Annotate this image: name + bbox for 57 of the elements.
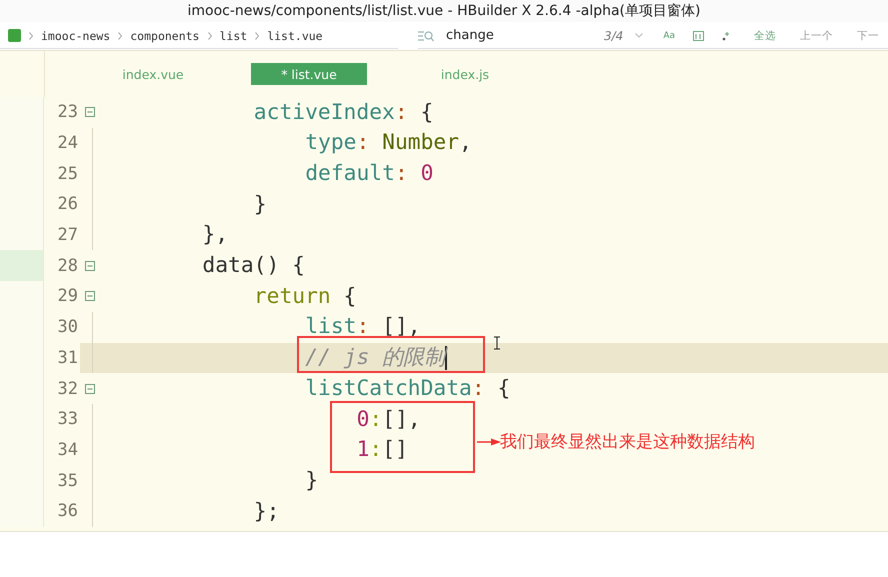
code-line: listCatchData: { (305, 376, 510, 400)
code-line: data() { (202, 254, 305, 278)
chevron-icon (29, 32, 33, 40)
annotation-note: 我们最终显然出来是这种数据结构 (500, 431, 755, 453)
dropdown-icon[interactable] (635, 33, 644, 38)
line-number: 24 (56, 132, 79, 156)
find-field[interactable]: change (446, 28, 596, 43)
i-beam-cursor-icon (493, 336, 501, 350)
breadcrumb-item[interactable]: imooc-news (41, 28, 110, 42)
line-number: 25 (56, 162, 79, 186)
fold-icon[interactable] (85, 291, 95, 302)
code-line: } (254, 192, 267, 216)
search-icon (418, 30, 434, 42)
line-number: 27 (56, 224, 79, 248)
whole-word-icon[interactable] (692, 30, 704, 40)
code-line: default: 0 (305, 162, 434, 186)
file-tab[interactable]: index.vue (95, 63, 211, 85)
line-number: 32 (56, 378, 79, 401)
fold-icon[interactable] (85, 260, 95, 271)
line-number: 34 (56, 438, 79, 462)
code-line: 1:[] (356, 438, 408, 462)
code-line: type: Number, (305, 131, 472, 155)
next-button[interactable]: 下一 (856, 28, 879, 42)
line-number: 30 (56, 316, 79, 340)
chevron-icon (118, 32, 122, 40)
code-line: list: [], (305, 315, 421, 339)
code-line: activeIndex: { (254, 100, 434, 124)
line-number: 26 (56, 193, 79, 216)
file-tab[interactable]: * list.vue (251, 63, 367, 85)
line-number: 36 (56, 500, 79, 524)
code-line: } (305, 468, 318, 492)
breadcrumb-item[interactable]: components (130, 28, 200, 42)
regex-icon[interactable] (722, 30, 730, 40)
breadcrumb-item[interactable]: list.vue (267, 28, 323, 42)
chevron-icon (208, 32, 212, 40)
code-line: }, (202, 223, 228, 247)
window-title: imooc-news/components/list/list.vue - HBuilder X 2.6.4 -alpha(单项目窗体) (188, 2, 700, 20)
previous-button[interactable]: 上一个 (800, 28, 833, 42)
line-number: 35 (56, 470, 79, 493)
line-number: 31 (56, 346, 79, 370)
code-line: return { (254, 284, 356, 308)
match-count: 3/4 (604, 28, 624, 42)
fold-icon[interactable] (85, 107, 95, 118)
file-tab[interactable]: index.js (407, 63, 523, 85)
line-number: 33 (56, 408, 79, 432)
chevron-icon (255, 32, 260, 40)
line-number: 28 (56, 254, 79, 278)
line-number: 23 (56, 101, 79, 124)
match-case-toggle[interactable]: Aa (663, 30, 675, 40)
project-icon (8, 29, 21, 42)
select-all-button[interactable]: 全选 (754, 28, 776, 42)
code-line: 0:[], (356, 408, 421, 431)
code-line: }; (254, 500, 280, 523)
arrow-icon (477, 438, 501, 446)
breadcrumb-item[interactable]: list (220, 28, 248, 42)
fold-icon[interactable] (85, 384, 95, 394)
line-number: 29 (56, 285, 79, 308)
